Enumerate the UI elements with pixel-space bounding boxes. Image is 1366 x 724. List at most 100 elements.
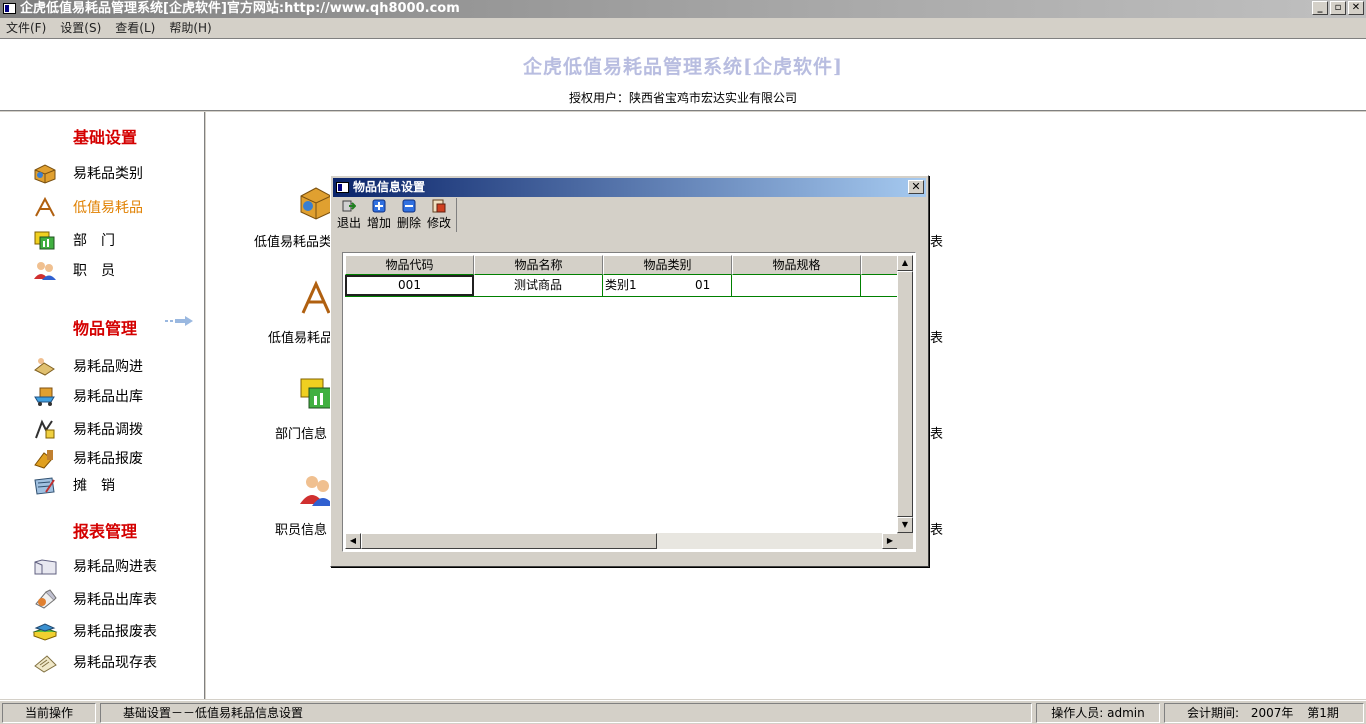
sidebar-item-outbound[interactable]: 易耗品出库 — [32, 385, 143, 407]
licensed-user: 授权用户：陕西省宝鸡市宏达实业有限公司 — [568, 91, 797, 105]
cell-category-code: 01 — [695, 278, 711, 292]
dialog-icon — [336, 182, 349, 193]
minimize-button[interactable]: _ — [1312, 1, 1328, 15]
status-operation: 基础设置－－低值易耗品信息设置 — [100, 703, 1032, 723]
status-bar: 当前操作 基础设置－－低值易耗品信息设置 操作人员: admin 会计期间: 2… — [0, 700, 1366, 724]
vertical-scrollbar[interactable]: ▲ ▼ — [897, 255, 913, 533]
status-label: 当前操作 — [2, 703, 96, 723]
section-title-item-management: 物品管理 — [73, 319, 138, 338]
scroll-down-icon[interactable]: ▼ — [897, 517, 913, 533]
exit-button[interactable]: 退出 — [334, 198, 364, 232]
main-item-department[interactable]: 部门信息 — [275, 423, 327, 442]
header-banner: 企虎低值易耗品管理系统[企虎软件] 授权用户：陕西省宝鸡市宏达实业有限公司 — [0, 38, 1366, 111]
menu-help[interactable]: 帮助(H) — [169, 18, 211, 38]
books-icon — [32, 620, 58, 642]
delete-button[interactable]: 删除 — [394, 198, 424, 232]
edit-button[interactable]: 修改 — [424, 198, 454, 232]
box-large-icon[interactable] — [298, 184, 334, 220]
scroll-right-icon[interactable]: ▶ — [882, 533, 898, 549]
sidebar-item-outbound-report[interactable]: 易耗品出库表 — [32, 588, 157, 610]
main-item-category[interactable]: 低值易耗品类 — [254, 231, 332, 250]
status-operator: 操作人员: admin — [1036, 703, 1160, 723]
sidebar-item-stock-report[interactable]: 易耗品现存表 — [32, 651, 157, 673]
dialog-close-button[interactable]: ✕ — [908, 180, 924, 194]
menu-view[interactable]: 查看(L) — [115, 18, 155, 38]
cell-code[interactable]: 001 — [345, 275, 474, 296]
dialog-toolbar: 退出 增加 删除 修改 — [334, 198, 457, 232]
users-icon — [32, 259, 58, 281]
edit-icon — [432, 199, 446, 213]
sidebar-item-purchase-report[interactable]: 易耗品购进表 — [32, 555, 157, 577]
column-header-category[interactable]: 物品类别 — [603, 255, 732, 275]
dialog-title: 物品信息设置 — [353, 180, 426, 194]
cell-spec[interactable] — [732, 275, 861, 296]
department-icon — [32, 229, 58, 251]
app-icon — [3, 3, 16, 14]
sidebar-item-staff[interactable]: 职 员 — [32, 259, 115, 281]
cell-name[interactable]: 测试商品 — [474, 275, 603, 296]
restore-button[interactable]: ▫ — [1330, 1, 1346, 15]
department-large-icon[interactable] — [298, 376, 334, 412]
section-title-basic-settings: 基础设置 — [73, 128, 138, 147]
horizontal-scroll-thumb[interactable] — [361, 533, 657, 549]
sidebar-item-transfer[interactable]: 易耗品调拨 — [32, 418, 143, 440]
column-header-spec[interactable]: 物品规格 — [732, 255, 861, 275]
compass-large-icon[interactable] — [298, 280, 334, 316]
column-header-code[interactable]: 物品代码 — [345, 255, 474, 275]
scrap-icon — [32, 447, 58, 469]
grid-body: 物品代码 物品名称 物品类别 物品规格 001 测试商品 类别1 01 — [345, 255, 898, 533]
cell-category[interactable]: 类别1 01 — [603, 275, 732, 296]
column-header-extra[interactable] — [861, 255, 898, 275]
cart-icon — [32, 385, 58, 407]
main-item-consumables[interactable]: 低值易耗品 — [268, 327, 333, 346]
window-title: 企虎低值易耗品管理系统[企虎软件]官方网站:http://www.qh8000.… — [20, 1, 460, 16]
sidebar-item-scrap[interactable]: 易耗品报废 — [32, 447, 143, 469]
grid-header-row: 物品代码 物品名称 物品类别 物品规格 — [345, 255, 898, 275]
main-report-label-2[interactable]: 表 — [930, 327, 943, 346]
scroll-corner — [897, 533, 913, 549]
minus-icon — [402, 199, 416, 213]
sidebar-item-consumables[interactable]: 低值易耗品 — [32, 196, 143, 218]
sidebar-item-scrap-report[interactable]: 易耗品报废表 — [32, 620, 157, 642]
section-title-reports: 报表管理 — [73, 522, 138, 541]
transfer-icon — [32, 418, 58, 440]
add-button[interactable]: 增加 — [364, 198, 394, 232]
scroll-left-icon[interactable]: ◀ — [345, 533, 361, 549]
status-period: 会计期间: 2007年 第1期 — [1164, 703, 1364, 723]
report-folder-icon — [32, 555, 58, 577]
close-button[interactable]: ✕ — [1348, 1, 1364, 15]
sidebar-item-department[interactable]: 部 门 — [32, 229, 115, 251]
amortize-icon — [32, 474, 58, 496]
compass-icon — [32, 196, 58, 218]
main-report-label-3[interactable]: 表 — [930, 423, 943, 442]
sidebar-item-amortize[interactable]: 摊 销 — [32, 474, 115, 496]
menu-bar: 文件(F) 设置(S) 查看(L) 帮助(H) — [0, 18, 1366, 38]
cell-extra[interactable] — [861, 275, 898, 296]
item-info-dialog: 物品信息设置 ✕ 退出 增加 删除 修改 物品代码 物品名称 物品类别 物品规格 — [330, 175, 929, 567]
sidebar-item-category[interactable]: 易耗品类别 — [32, 162, 143, 184]
report-icon — [32, 588, 58, 610]
exit-icon — [342, 199, 357, 213]
scroll-up-icon[interactable]: ▲ — [897, 255, 913, 271]
users-large-icon[interactable] — [298, 472, 334, 508]
window-title-bar[interactable]: 企虎低值易耗品管理系统[企虎软件]官方网站:http://www.qh8000.… — [0, 0, 1366, 18]
purchase-icon — [32, 355, 58, 377]
menu-file[interactable]: 文件(F) — [6, 18, 46, 38]
main-item-staff[interactable]: 职员信息 — [275, 519, 327, 538]
main-report-label-4[interactable]: 表 — [930, 519, 943, 538]
sidebar-item-purchase[interactable]: 易耗品购进 — [32, 355, 143, 377]
box-icon — [32, 162, 58, 184]
arrow-right-icon — [165, 315, 193, 326]
table-row[interactable]: 001 测试商品 类别1 01 — [345, 275, 898, 297]
menu-settings[interactable]: 设置(S) — [60, 18, 101, 38]
plus-icon — [372, 199, 386, 213]
main-report-label-1[interactable]: 表 — [930, 231, 943, 250]
item-grid: 物品代码 物品名称 物品类别 物品规格 001 测试商品 类别1 01 ▲ ▼ — [342, 252, 916, 552]
dialog-title-bar[interactable]: 物品信息设置 ✕ — [333, 178, 926, 197]
vertical-scroll-thumb[interactable] — [897, 271, 913, 517]
column-header-name[interactable]: 物品名称 — [474, 255, 603, 275]
document-icon — [32, 651, 58, 673]
horizontal-scrollbar[interactable]: ◀ ▶ — [345, 533, 898, 549]
sidebar: 基础设置 易耗品类别 低值易耗品 部 门 职 员 物品管理 易耗品购进 易耗品出… — [0, 112, 205, 699]
cell-category-name: 类别1 — [605, 278, 637, 292]
